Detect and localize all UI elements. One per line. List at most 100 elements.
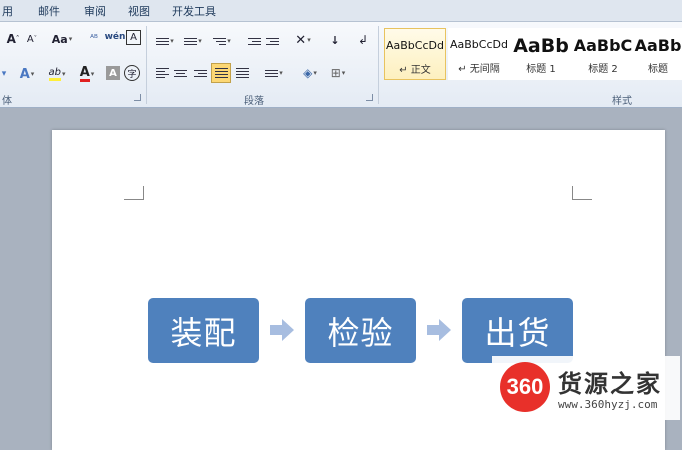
logo-text: 360 [506, 374, 544, 399]
change-case-button[interactable]: Aa ▾ [50, 30, 74, 48]
align-left-icon [155, 68, 169, 78]
chevron-down-icon: ▾ [341, 69, 346, 77]
group-divider [378, 26, 379, 104]
shrink-font-label: A [26, 33, 34, 45]
ribbon: Aˆ Aˇ Aa ▾ ᴬᴮ wén A ▾ A ▾ ab ▾ A ▾ A 字 体 ▾ ▾… [0, 22, 682, 108]
paragraph-dialog-launcher-icon[interactable] [366, 94, 373, 101]
enclose-character-label: 字 [127, 69, 137, 80]
style-no-spacing[interactable]: AaBbCcDd ↵ 无间隔 [448, 28, 510, 80]
border-icon: ⊞ [330, 66, 341, 80]
paragraph-group-label: 段落 [244, 96, 264, 107]
borders-button[interactable]: ⊞ ▾ [326, 64, 350, 82]
character-shading-button[interactable]: A [106, 66, 120, 80]
styles-group-label: 样式 [612, 96, 632, 107]
paragraph-mark-icon: ↲ [357, 33, 369, 47]
justify-button[interactable] [211, 63, 231, 83]
character-border-button[interactable]: A [126, 30, 141, 45]
chevron-down-icon: ▾ [279, 69, 283, 77]
process-step-shipment[interactable]: 出货 [462, 298, 573, 363]
tab-reference[interactable]: 用 [2, 3, 13, 19]
align-center-icon [173, 69, 187, 77]
style-sample: AaBb [634, 36, 682, 55]
chevron-down-icon: ▾ [307, 36, 311, 44]
chevron-down-icon: ▾ [170, 37, 174, 45]
style-sample: AaBbCcDd [450, 38, 508, 51]
enclose-character-button[interactable]: 字 [124, 65, 140, 81]
increase-indent-button[interactable] [264, 32, 280, 50]
highlight-icon: ab [48, 67, 61, 81]
chevron-down-icon: ▾ [198, 37, 202, 45]
character-shading-label: A [109, 67, 117, 79]
watermark-title: 货源之家 [558, 370, 662, 398]
style-name: ↵ 正文 [399, 65, 431, 76]
clear-format-button[interactable]: ᴬᴮ [86, 30, 102, 48]
tab-developer[interactable]: 开发工具 [172, 3, 216, 19]
style-heading-2[interactable]: AaBbC 标题 2 [572, 28, 634, 80]
bullets-button[interactable]: ▾ [154, 32, 176, 50]
shading-button[interactable]: ◈ ▾ [298, 64, 322, 82]
align-center-button[interactable] [172, 64, 188, 82]
font-dialog-launcher-icon[interactable] [134, 94, 141, 101]
decrease-indent-button[interactable] [246, 32, 262, 50]
decrease-indent-icon [247, 37, 261, 45]
line-spacing-icon [265, 69, 279, 77]
line-spacing-button[interactable]: ▾ [262, 64, 286, 82]
align-left-button[interactable] [154, 64, 170, 82]
show-marks-button[interactable]: ↲ [356, 31, 370, 49]
style-heading-1[interactable]: AaBb 标题 1 [510, 28, 572, 80]
numbering-button[interactable]: ▾ [182, 32, 204, 50]
change-case-label: Aa [51, 32, 68, 46]
process-step-assembly[interactable]: 装配 [148, 298, 259, 363]
chinese-layout-icon: ✕ [295, 32, 307, 48]
chevron-down-icon: ▾ [30, 70, 35, 78]
highlight-button[interactable]: ab ▾ [44, 65, 70, 83]
phonetic-guide-button[interactable]: wén [104, 28, 126, 46]
font-color-button[interactable]: A ▾ [74, 65, 100, 83]
arrow-right-icon [427, 319, 451, 341]
increase-indent-icon [265, 37, 279, 45]
justify-icon [214, 68, 228, 78]
tab-review[interactable]: 审阅 [84, 3, 106, 19]
text-effect-button[interactable]: A ▾ [16, 65, 38, 83]
multilevel-list-button[interactable]: ▾ [210, 32, 234, 50]
style-normal[interactable]: AaBbCcDd ↵ 正文 [384, 28, 446, 80]
align-right-button[interactable] [192, 64, 208, 82]
logo-360-icon: 360 [500, 362, 550, 412]
bullet-list-icon [156, 37, 170, 45]
phonetic-guide-icon: wén [104, 32, 126, 42]
style-sample: AaBb [513, 35, 569, 57]
character-border-label: A [130, 32, 137, 43]
watermark: 360 货源之家 www.360hyzj.com [492, 356, 680, 420]
style-name: 标题 1 [526, 64, 556, 75]
shrink-font-button[interactable]: Aˇ [24, 30, 40, 48]
ribbon-tab-bar: 用 邮件 审阅 视图 开发工具 [0, 0, 682, 22]
group-divider [146, 26, 147, 104]
process-step-inspection[interactable]: 检验 [305, 298, 416, 363]
paint-bucket-icon: ◈ [303, 66, 313, 80]
distributed-button[interactable] [234, 64, 250, 82]
distributed-icon [235, 68, 249, 78]
crop-mark-top-right [572, 186, 592, 200]
style-title[interactable]: AaBb 标题 [634, 28, 682, 80]
chevron-down-icon: ▾ [313, 69, 317, 77]
sort-button[interactable]: ↓ [326, 31, 344, 49]
align-right-icon [193, 69, 207, 77]
grow-font-label: A [6, 32, 16, 46]
font-row2-partial: ▾ [1, 69, 7, 79]
chevron-down-icon: ▾ [227, 37, 231, 45]
text-effect-icon: A [19, 66, 30, 82]
watermark-url: www.360hyzj.com [558, 398, 658, 411]
chevron-down-icon: ▾ [68, 35, 73, 43]
style-name: 标题 [648, 64, 668, 75]
style-sample: AaBbC [573, 36, 633, 55]
style-name: ↵ 无间隔 [458, 64, 500, 75]
clear-format-icon: ᴬᴮ [90, 34, 98, 44]
tab-view[interactable]: 视图 [128, 3, 150, 19]
grow-font-button[interactable]: Aˆ [4, 30, 22, 48]
style-sample: AaBbCcDd [386, 39, 444, 52]
chinese-layout-button[interactable]: ✕ ▾ [290, 31, 316, 49]
numbered-list-icon [184, 37, 198, 45]
chevron-down-icon: ▾ [90, 70, 95, 78]
tab-mailings[interactable]: 邮件 [38, 3, 60, 19]
style-name: 标题 2 [588, 64, 618, 75]
